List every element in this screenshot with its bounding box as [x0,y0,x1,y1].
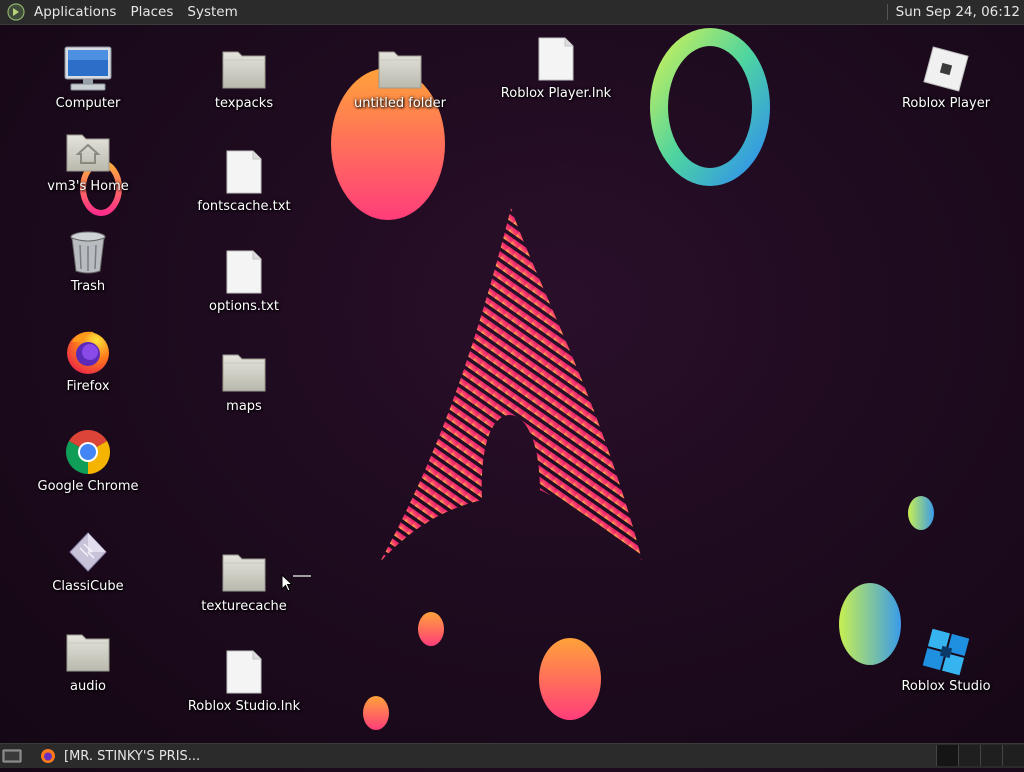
desktop-icon-label: Roblox Studio [901,679,991,694]
desktop-icon-label: options.txt [209,299,279,314]
show-desktop-icon[interactable] [2,748,22,764]
desktop-icon-label: untitled folder [353,96,446,111]
bottom-panel: [MR. STINKY'S PRIS... [0,743,1024,768]
home-folder-icon [66,134,110,172]
desktop-icon-label: ClassiCube [52,579,124,594]
menu-applications[interactable]: Applications [27,4,123,20]
desktop-icon-classicube[interactable]: ClassiCube [33,527,143,594]
desktop-icon-label: Roblox Player.lnk [500,86,612,101]
monitor-icon [64,46,112,91]
desktop-icon-label: Roblox Player [901,96,991,111]
desktop-icon-trash[interactable]: Trash [33,227,143,294]
chrome-icon [66,430,110,474]
folder-icon [222,554,266,592]
desktop-icon-untitled-folder[interactable]: untitled folder [345,44,455,111]
folder-icon [378,51,422,89]
text-file-icon [226,250,262,294]
desktop-icon-maps[interactable]: maps [189,347,299,414]
workspace-3[interactable] [980,745,1002,766]
desktop-icon-roblox-player[interactable]: Roblox Player [891,44,1001,111]
taskbar-window-title: [MR. STINKY'S PRIS... [64,748,201,764]
top-panel: Applications Places System Sun Sep 24, 0… [0,0,1024,25]
menu-places[interactable]: Places [123,4,180,20]
folder-icon [66,634,110,672]
desktop-icon-label: Computer [55,96,121,111]
desktop-icon-texpacks[interactable]: texpacks [189,44,299,111]
desktop-icon-label: Firefox [66,379,110,394]
desktop-icon-label: texpacks [214,96,274,111]
panel-separator [886,4,888,20]
desktop-icon-options[interactable]: options.txt [189,247,299,314]
desktop-icon-label: texturecache [201,599,287,614]
wallpaper [0,0,1024,768]
wallpaper-art [80,28,934,730]
firefox-icon [41,749,55,763]
desktop-icon-label: fontscache.txt [197,199,291,214]
desktop-icon-label: vm3's Home [47,179,129,194]
desktop-icon-chrome[interactable]: Google Chrome [33,427,143,494]
trash-icon [70,231,106,274]
roblox-player-icon [923,46,969,92]
workspace-switcher[interactable] [936,745,1024,766]
desktop-icon-home[interactable]: vm3's Home [33,127,143,194]
workspace-1[interactable] [936,745,958,766]
menu-system[interactable]: System [180,4,244,20]
clock[interactable]: Sun Sep 24, 06:12 [896,4,1024,20]
firefox-icon [67,331,109,374]
desktop-icon-computer[interactable]: Computer [33,44,143,111]
classicube-icon [69,532,107,572]
roblox-studio-icon [922,628,970,676]
desktop-icon-firefox[interactable]: Firefox [33,327,143,394]
mouse-cursor-icon [281,574,311,592]
workspace-2[interactable] [958,745,980,766]
mate-logo-icon[interactable] [7,3,25,21]
desktop-icon-roblox-studio-lnk[interactable]: Roblox Studio.lnk [187,647,301,714]
desktop-icon-label: Roblox Studio.lnk [187,699,301,714]
text-file-icon [226,650,262,694]
desktop-icon-label: Google Chrome [37,479,139,494]
desktop-icon-roblox-player-lnk[interactable]: Roblox Player.lnk [501,34,611,101]
desktop-icon-fontscache[interactable]: fontscache.txt [189,147,299,214]
workspace-4[interactable] [1002,745,1024,766]
desktop-icon-audio[interactable]: audio [33,627,143,694]
folder-icon [222,51,266,89]
taskbar-window-button[interactable]: [MR. STINKY'S PRIS... [34,745,206,767]
desktop-icon-label: Trash [70,279,106,294]
text-file-icon [538,37,574,81]
desktop-icon-label: audio [69,679,107,694]
text-file-icon [226,150,262,194]
folder-icon [222,354,266,392]
desktop-icon-label: maps [226,399,262,414]
desktop-icon-roblox-studio[interactable]: Roblox Studio [891,627,1001,694]
